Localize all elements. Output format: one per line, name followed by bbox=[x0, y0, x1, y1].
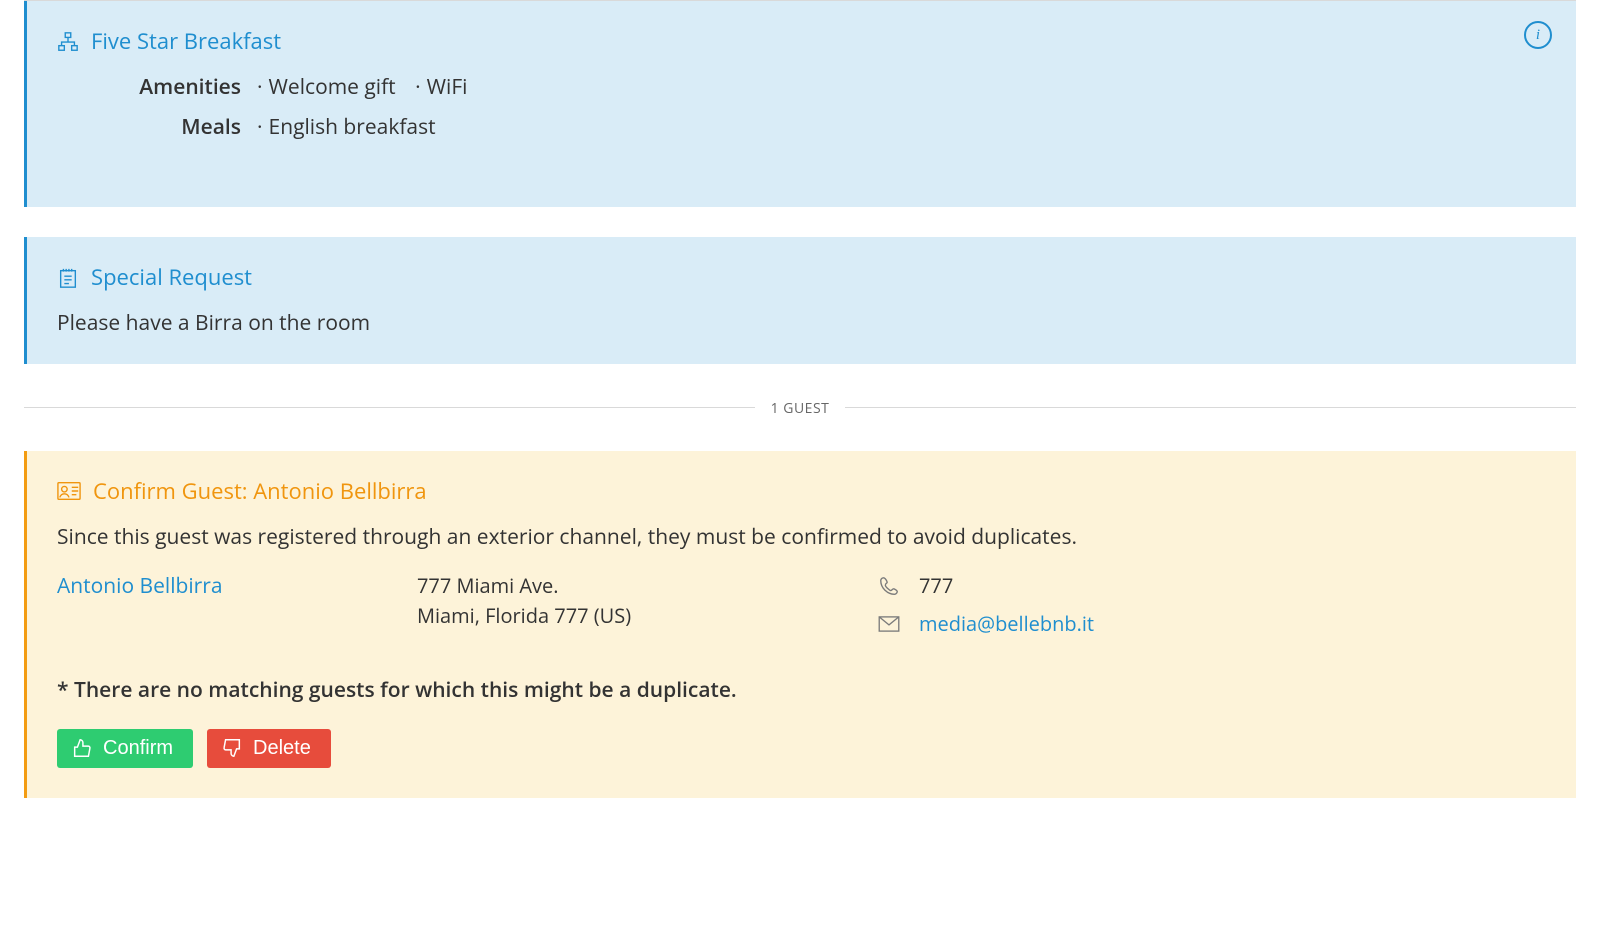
amenity-item: WiFi bbox=[427, 73, 468, 101]
thumbs-down-icon bbox=[221, 737, 243, 759]
info-icon[interactable]: i bbox=[1524, 21, 1552, 49]
confirm-button-label: Confirm bbox=[103, 737, 173, 760]
confirm-body: Since this guest was registered through … bbox=[57, 522, 1546, 768]
amenities-row: Amenities ·Welcome gift ·WiFi bbox=[87, 72, 1546, 104]
guest-address-col: 777 Miami Ave. Miami, Florida 777 (US) bbox=[417, 571, 847, 647]
email-link[interactable]: media@bellebnb.it bbox=[919, 609, 1094, 639]
id-card-icon bbox=[57, 481, 81, 501]
notepad-icon bbox=[57, 267, 79, 289]
amenities-value: ·Welcome gift ·WiFi bbox=[257, 72, 482, 104]
address-line2: Miami, Florida 777 (US) bbox=[417, 601, 847, 631]
amenity-item: Welcome gift bbox=[269, 73, 396, 101]
breakfast-title: Five Star Breakfast bbox=[91, 25, 281, 58]
phone-icon bbox=[877, 575, 901, 597]
hierarchy-icon bbox=[57, 31, 79, 53]
guest-columns: Antonio Bellbirra 777 Miami Ave. Miami, … bbox=[57, 571, 1546, 647]
special-request-panel: Special Request Please have a Birra on t… bbox=[24, 237, 1576, 364]
meals-label: Meals bbox=[87, 112, 257, 144]
meal-item: English breakfast bbox=[269, 113, 436, 141]
confirm-intro: Since this guest was registered through … bbox=[57, 522, 1546, 554]
confirm-guest-panel: Confirm Guest: Antonio Bellbirra Since t… bbox=[24, 451, 1576, 798]
special-request-title-row: Special Request bbox=[57, 261, 1546, 294]
phone-row: 777 bbox=[877, 571, 1546, 601]
guest-name-link[interactable]: Antonio Bellbirra bbox=[57, 572, 223, 600]
email-row: media@bellebnb.it bbox=[877, 609, 1546, 639]
amenities-label: Amenities bbox=[87, 72, 257, 104]
meals-value: ·English breakfast bbox=[257, 112, 450, 144]
duplicate-note: * There are no matching guests for which… bbox=[57, 675, 1546, 707]
special-request-text: Please have a Birra on the room bbox=[57, 308, 1546, 340]
special-request-title: Special Request bbox=[91, 261, 252, 294]
breakfast-title-row: Five Star Breakfast bbox=[57, 25, 1546, 58]
delete-button[interactable]: Delete bbox=[207, 729, 331, 768]
guest-divider-label: 1 GUEST bbox=[755, 398, 846, 419]
phone-value: 777 bbox=[919, 571, 953, 601]
guest-divider: 1 GUEST bbox=[24, 394, 1576, 421]
confirm-title-row: Confirm Guest: Antonio Bellbirra bbox=[57, 475, 1546, 508]
confirm-title: Confirm Guest: Antonio Bellbirra bbox=[93, 475, 427, 508]
meals-row: Meals ·English breakfast bbox=[87, 112, 1546, 144]
confirm-button[interactable]: Confirm bbox=[57, 729, 193, 768]
mail-icon bbox=[877, 616, 901, 632]
guest-name-col: Antonio Bellbirra bbox=[57, 571, 387, 647]
thumbs-up-icon bbox=[71, 737, 93, 759]
breakfast-panel: i Five Star Breakfast Amenities ·Welcome… bbox=[24, 1, 1576, 207]
guest-contact-col: 777 media@bellebnb.it bbox=[877, 571, 1546, 647]
address-line1: 777 Miami Ave. bbox=[417, 571, 847, 601]
delete-button-label: Delete bbox=[253, 737, 311, 760]
action-buttons: Confirm Delete bbox=[57, 729, 1546, 768]
